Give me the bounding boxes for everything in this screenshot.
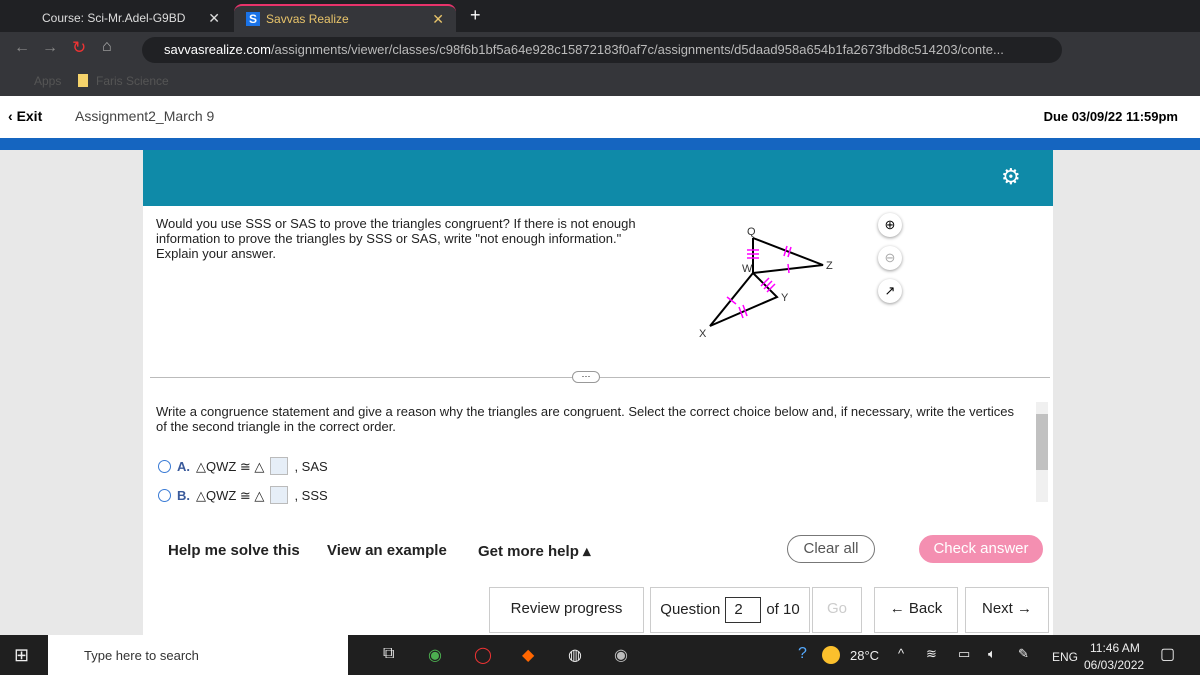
windows-start-icon[interactable]: ⊞ bbox=[14, 645, 29, 666]
new-tab-button[interactable]: + bbox=[470, 5, 481, 26]
battery-icon[interactable]: ▭ bbox=[958, 646, 970, 662]
forward-icon[interactable]: → bbox=[42, 39, 58, 57]
next-label: Next bbox=[981, 600, 1013, 617]
review-progress-button[interactable]: Review progress bbox=[489, 587, 644, 633]
choice-statement: △QWZ ≅ △ bbox=[196, 458, 265, 474]
pen-icon[interactable]: ✎ bbox=[1018, 646, 1029, 662]
choice-reason: , SAS bbox=[294, 458, 328, 474]
tab-label: Course: Sci-Mr.Adel-G9BD bbox=[42, 11, 186, 25]
url-domain: savvasrealize.com bbox=[164, 42, 271, 57]
go-button[interactable]: Go bbox=[812, 587, 862, 633]
get-more-help-button[interactable]: Get more help ▴ bbox=[478, 542, 591, 560]
answer-input-b[interactable] bbox=[270, 486, 289, 504]
question-text: Would you use SSS or SAS to prove the tr… bbox=[156, 216, 636, 261]
choice-reason: , SSS bbox=[294, 487, 328, 503]
folder-icon bbox=[78, 74, 88, 87]
chrome-icon[interactable]: ◉ bbox=[428, 645, 442, 665]
next-button[interactable]: Next → bbox=[965, 587, 1049, 633]
vertex-z: Z bbox=[826, 260, 833, 272]
back-icon[interactable]: ← bbox=[14, 39, 30, 57]
tab-savvas[interactable]: S Savvas Realize ✕ bbox=[234, 4, 456, 32]
vertex-y: Y bbox=[781, 292, 789, 304]
close-icon[interactable]: ✕ bbox=[208, 10, 220, 27]
reload-icon[interactable]: ↻ bbox=[72, 38, 86, 58]
task-view-icon[interactable]: ⧉ bbox=[383, 645, 394, 663]
gear-icon[interactable]: ⚙ bbox=[1001, 164, 1021, 190]
exit-button[interactable]: ‹ Exit bbox=[8, 108, 42, 124]
wifi-icon[interactable]: ≋ bbox=[926, 646, 937, 662]
clock-date[interactable]: 06/03/2022 bbox=[1084, 658, 1144, 672]
triangle-diagram: Q W Z Y X bbox=[699, 226, 833, 340]
check-answer-button[interactable]: Check answer bbox=[919, 535, 1043, 563]
bookmark-apps[interactable]: Apps bbox=[34, 74, 61, 88]
choice-letter: B. bbox=[177, 487, 190, 503]
assignment-header: ‹ Exit Assignment2_March 9 Due 03/09/22 … bbox=[0, 96, 1200, 138]
chrome-profile-icon[interactable]: ◉ bbox=[614, 645, 628, 665]
back-button[interactable]: ← Back bbox=[874, 587, 958, 633]
tab-course[interactable]: Course: Sci-Mr.Adel-G9BD ✕ bbox=[12, 4, 232, 32]
weather-icon bbox=[822, 646, 840, 664]
opera-icon[interactable]: ◯ bbox=[474, 645, 492, 665]
radio-a[interactable] bbox=[158, 459, 171, 473]
tab-bar: Course: Sci-Mr.Adel-G9BD ✕ S Savvas Realiz… bbox=[0, 0, 1200, 32]
search-placeholder: Type here to search bbox=[84, 648, 199, 663]
page-title: Assignment2_March 9 bbox=[75, 108, 215, 124]
vertex-w: W bbox=[742, 263, 753, 275]
taskbar-search[interactable]: Type here to search bbox=[48, 635, 348, 675]
radio-b[interactable] bbox=[158, 488, 171, 502]
url-input[interactable]: savvasrealize.com/assignments/viewer/cla… bbox=[142, 37, 1062, 63]
question-number-input[interactable]: 2 bbox=[725, 597, 762, 623]
choice-statement: △QWZ ≅ △ bbox=[196, 487, 265, 503]
question-header: ⚙ bbox=[143, 150, 1053, 206]
exit-label: Exit bbox=[16, 108, 43, 124]
language[interactable]: ENG bbox=[1052, 650, 1078, 664]
vertex-q: Q bbox=[747, 226, 756, 238]
steam-icon[interactable]: ◍ bbox=[568, 645, 582, 665]
url-path: /assignments/viewer/classes/c98f6b1bf5a6… bbox=[270, 42, 1004, 57]
notifications-icon[interactable]: ▢ bbox=[1160, 644, 1175, 664]
clock-time[interactable]: 11:46 AM bbox=[1090, 641, 1140, 655]
choice-a[interactable]: A. △QWZ ≅ △ , SAS bbox=[158, 457, 328, 475]
bookmarks-bar: Apps Faris Science bbox=[0, 66, 1200, 96]
expand-handle[interactable]: ··· bbox=[572, 371, 600, 383]
back-label: Back bbox=[908, 600, 943, 617]
divider bbox=[150, 377, 1050, 378]
zoom-in-icon[interactable]: ⊕ bbox=[878, 213, 902, 237]
help-icon[interactable]: ? bbox=[798, 645, 807, 663]
savvas-icon: S bbox=[246, 12, 261, 26]
tab-label: Savvas Realize bbox=[266, 12, 349, 26]
chevron-up-icon[interactable]: ^ bbox=[898, 646, 904, 661]
close-icon[interactable]: ✕ bbox=[432, 11, 444, 28]
due-date: Due 03/09/22 11:59pm bbox=[1043, 109, 1178, 124]
accent-bar bbox=[0, 138, 1200, 150]
clear-all-button[interactable]: Clear all bbox=[787, 535, 875, 563]
question-total: of 10 bbox=[766, 601, 800, 618]
answer-input-a[interactable] bbox=[270, 457, 289, 475]
zoom-out-icon[interactable]: ⊖ bbox=[878, 246, 902, 270]
view-example-button[interactable]: View an example bbox=[327, 542, 447, 559]
choice-b[interactable]: B. △QWZ ≅ △ , SSS bbox=[158, 486, 328, 504]
question-nav: Question 2 of 10 bbox=[650, 587, 810, 633]
vertex-x: X bbox=[699, 328, 707, 340]
home-icon[interactable]: ⌂ bbox=[102, 38, 112, 56]
instruction-text: Write a congruence statement and give a … bbox=[156, 404, 1014, 434]
help-me-solve-button[interactable]: Help me solve this bbox=[168, 542, 300, 559]
volume-icon[interactable]: 🔈︎ bbox=[988, 646, 996, 662]
bookmark-faris-science[interactable]: Faris Science bbox=[96, 74, 169, 88]
temperature: 28°C bbox=[850, 648, 880, 663]
brave-icon[interactable]: ◆ bbox=[522, 645, 534, 665]
taskbar: ⊞ Type here to search ⧉ ◉ ◯ ◆ ◍ ◉ ? 28°C… bbox=[0, 635, 1200, 675]
question-label: Question bbox=[660, 601, 721, 618]
popout-icon[interactable]: ↗ bbox=[878, 279, 902, 303]
choice-letter: A. bbox=[177, 458, 190, 474]
scrollbar[interactable] bbox=[1036, 402, 1048, 502]
